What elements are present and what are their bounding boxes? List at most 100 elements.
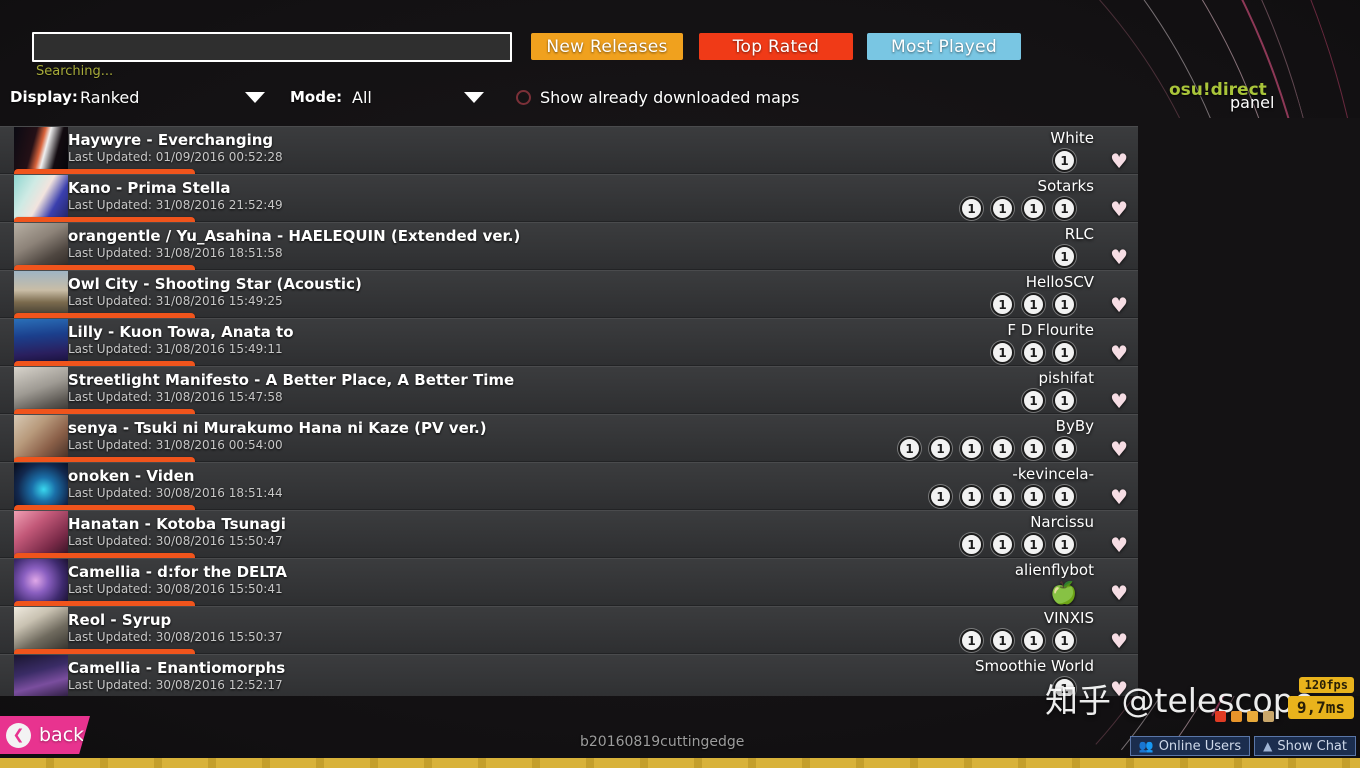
osu-circle-icon: 1 [1053,485,1076,508]
beatmap-title: senya - Tsuki ni Murakumo Hana ni Kaze (… [68,419,487,437]
osu-circle-icon: 1 [929,485,952,508]
osu-circle-icon: 1 [898,437,921,460]
beatmap-updated: Last Updated: 31/08/2016 18:51:58 [68,246,283,260]
osu-circle-icon: 1 [991,197,1014,220]
heart-icon[interactable]: ♥ [1110,391,1128,411]
beatmap-updated: Last Updated: 30/08/2016 12:52:17 [68,678,283,692]
beatmap-thumbnail [14,607,68,655]
beatmap-updated: Last Updated: 31/08/2016 15:49:25 [68,294,283,308]
display-label: Display: [10,88,78,106]
difficulty-icons: 11 [1022,389,1076,412]
osu-circle-icon: 1 [991,341,1014,364]
beatmap-title: Camellia - d:for the DELTA [68,563,288,581]
show-chat-label: Show Chat [1277,738,1347,754]
beatmap-row[interactable]: Lilly - Kuon Towa, Anata to Last Updated:… [0,318,1138,370]
difficulty-icons: 111111 [898,437,1076,460]
version-string: b20160819cuttingedge [580,734,745,750]
search-toolbar: Searching... New Releases Top Rated Most… [0,0,1360,118]
beatmap-thumbnail [14,655,68,696]
online-users-label: Online Users [1158,738,1242,754]
fps-counter[interactable]: 120fps 9,7ms [1287,674,1354,722]
beatmap-row[interactable]: Hanatan - Kotoba Tsunagi Last Updated: 30… [0,510,1138,562]
beatmap-mapper: pishifat [1038,369,1094,387]
chevron-up-icon: ▲ [1263,739,1273,753]
heart-icon[interactable]: ♥ [1110,199,1128,219]
beatmap-thumbnail [14,415,68,463]
osu-circle-icon: 1 [1022,629,1045,652]
panel-subtitle: panel [1230,93,1275,112]
beatmap-mapper: White [1050,129,1094,147]
beatmap-row[interactable]: Streetlight Manifesto - A Better Place, … [0,366,1138,418]
beatmap-thumbnail [14,559,68,607]
beatmap-row[interactable]: senya - Tsuki ni Murakumo Hana ni Kaze (… [0,414,1138,466]
osu-circle-icon: 1 [1053,533,1076,556]
beatmap-row[interactable]: orangentle / Yu_Asahina - HAELEQUIN (Ext… [0,222,1138,274]
beatmap-row[interactable]: Kano - Prima Stella Last Updated: 31/08/2… [0,174,1138,226]
catch-apple-icon: 🍏 [1050,580,1078,606]
search-status: Searching... [36,64,114,79]
difficulty-icons: 11111 [929,485,1076,508]
search-input[interactable] [32,32,512,62]
osu-circle-icon: 1 [1022,533,1045,556]
difficulty-icons: 1111 [960,533,1076,556]
beatmap-mapper: Smoothie World [974,657,1094,675]
difficulty-icons: 1111 [960,197,1076,220]
heart-icon[interactable]: ♥ [1110,151,1128,171]
performance-dot [1263,711,1274,722]
osu-circle-icon: 1 [1022,437,1045,460]
osu-circle-icon: 1 [1053,629,1076,652]
chevron-left-circle-icon: ❮ [6,722,31,748]
beatmap-row[interactable]: onoken - Viden Last Updated: 30/08/2016 1… [0,462,1138,514]
beatmap-thumbnail [14,127,68,175]
show-chat-button[interactable]: ▲ Show Chat [1254,736,1356,756]
fps-value: 120fps [1298,677,1354,693]
osu-circle-icon: 1 [1053,197,1076,220]
beatmap-updated: Last Updated: 31/08/2016 15:49:11 [68,342,283,356]
osu-circle-icon: 1 [960,197,983,220]
beatmap-mapper: HelloSCV [1025,273,1094,291]
beatmap-title: Reol - Syrup [68,611,172,629]
bottom-right-buttons: 👥 Online Users ▲ Show Chat [1129,736,1356,756]
beatmap-mapper: F D Flourite [1007,321,1094,339]
beatmap-updated: Last Updated: 30/08/2016 15:50:41 [68,582,283,596]
display-value[interactable]: Ranked [80,88,139,107]
difficulty-icons: 🍏 [1050,580,1078,606]
osu-circle-icon: 1 [1053,245,1076,268]
heart-icon[interactable]: ♥ [1110,535,1128,555]
beatmap-title: Haywyre - Everchanging [68,131,274,149]
filter-top-rated-button[interactable]: Top Rated [699,33,853,60]
heart-icon[interactable]: ♥ [1110,247,1128,267]
heart-icon[interactable]: ♥ [1110,583,1128,603]
heart-icon[interactable]: ♥ [1110,343,1128,363]
heart-icon[interactable]: ♥ [1110,439,1128,459]
filter-most-played-button[interactable]: Most Played [867,33,1021,60]
heart-icon[interactable]: ♥ [1110,487,1128,507]
osu-circle-icon: 1 [1022,341,1045,364]
beatmap-row[interactable]: Camellia - Enantiomorphs Last Updated: 30… [0,654,1138,696]
chevron-down-icon[interactable] [464,92,484,103]
beatmap-updated: Last Updated: 30/08/2016 15:50:47 [68,534,283,548]
chevron-down-icon[interactable] [245,92,265,103]
heart-icon[interactable]: ♥ [1110,631,1128,651]
online-users-button[interactable]: 👥 Online Users [1129,736,1251,756]
beatmap-row[interactable]: Camellia - d:for the DELTA Last Updated: … [0,558,1138,610]
beatmap-row[interactable]: Owl City - Shooting Star (Acoustic) Last … [0,270,1138,322]
beatmap-mapper: Narcissu [1030,513,1094,531]
beatmap-thumbnail [14,175,68,223]
filter-new-releases-button[interactable]: New Releases [531,33,683,60]
show-downloaded-toggle[interactable] [516,90,531,105]
performance-dots [1215,711,1274,722]
mode-value[interactable]: All [352,88,372,107]
beatmap-row[interactable]: Reol - Syrup Last Updated: 30/08/2016 15:… [0,606,1138,658]
beatmap-title: Kano - Prima Stella [68,179,231,197]
mode-label: Mode: [290,88,343,106]
back-button[interactable]: ❮ back [0,716,90,754]
beatmap-row[interactable]: Haywyre - Everchanging Last Updated: 01/0… [0,126,1138,178]
beatmap-thumbnail [14,223,68,271]
beatmap-mapper: ByBy [1055,417,1094,435]
beatmap-result-list[interactable]: Haywyre - Everchanging Last Updated: 01/0… [0,126,1138,696]
beatmap-title: Lilly - Kuon Towa, Anata to [68,323,294,341]
osu-circle-icon: 1 [1053,437,1076,460]
heart-icon[interactable]: ♥ [1110,295,1128,315]
beatmap-title: Camellia - Enantiomorphs [68,659,286,677]
